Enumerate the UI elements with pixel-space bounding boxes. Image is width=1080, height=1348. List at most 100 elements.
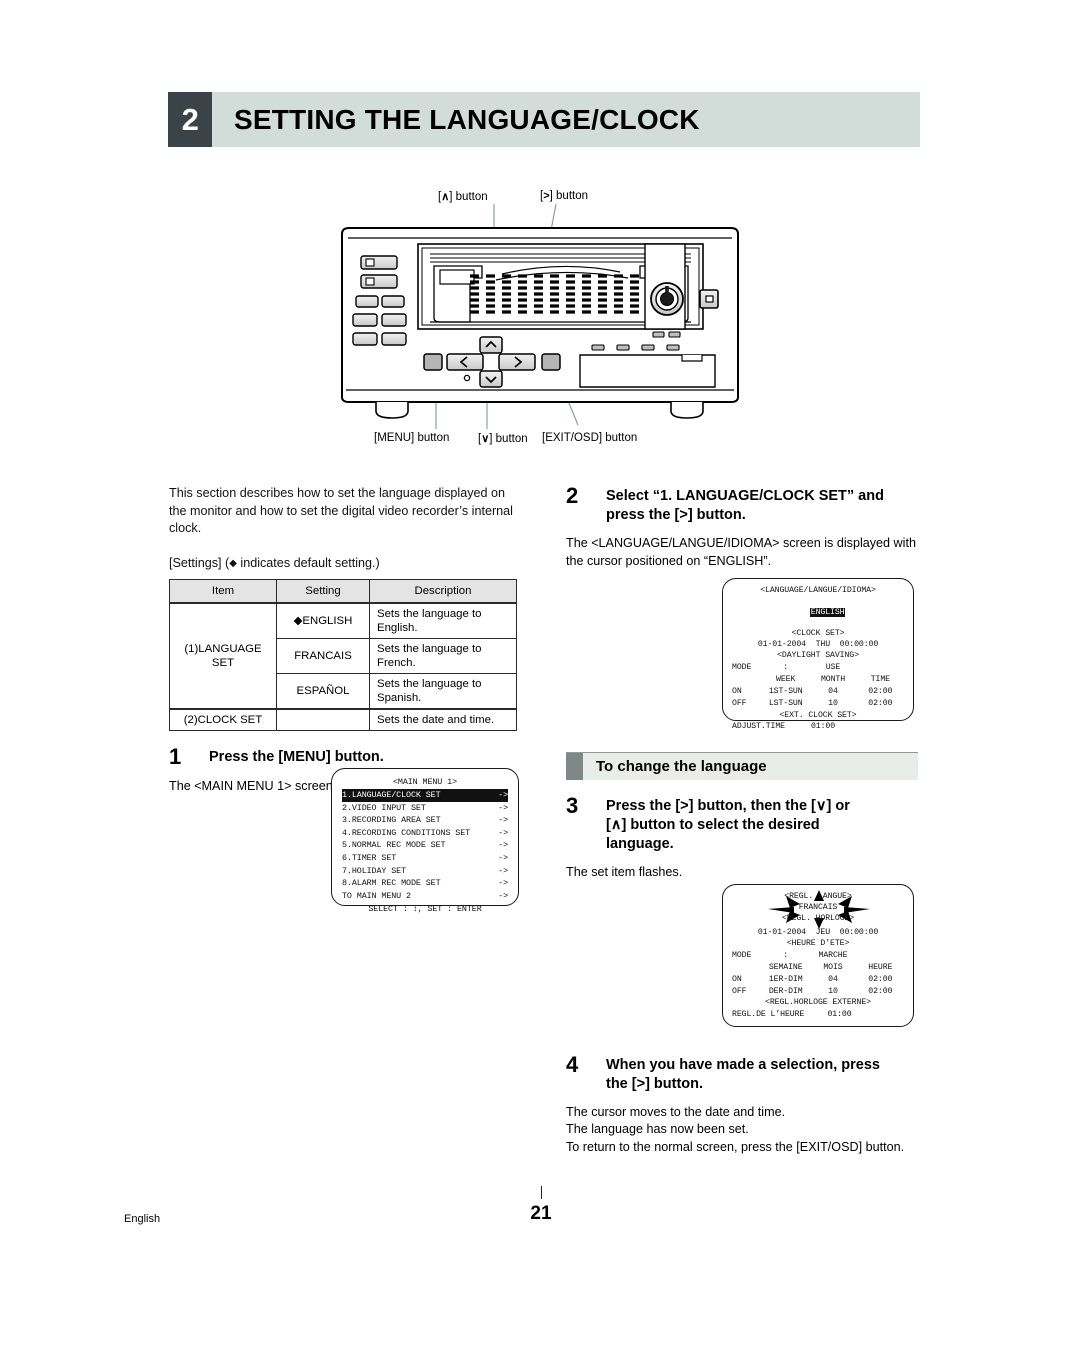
- cell-setting-clock: [276, 708, 370, 731]
- osd-fr-mode-colon: :: [783, 950, 789, 960]
- osd-en-mode-value[interactable]: USE: [809, 662, 856, 674]
- osd-en-mode-row: MODE : USE: [732, 662, 904, 674]
- osd-menu-item-timer-set[interactable]: 6.TIMER SET ->: [342, 852, 508, 865]
- osd-fr-dst-header: <HEURE D’ETE>: [786, 938, 850, 948]
- subsection-title: To change the language: [583, 753, 918, 780]
- step-1: 1 Press the [MENU] button.: [169, 746, 519, 768]
- cell-desc-espanol: Sets the language to Spanish.: [369, 673, 517, 710]
- up-arrow-icon: ∧: [610, 817, 622, 833]
- step-4-body-line2: The language has now been set.: [566, 1122, 749, 1136]
- step-1-number: 1: [169, 744, 182, 769]
- osd-en-col-time: TIME: [870, 675, 890, 684]
- arrow-right-icon: ->: [498, 840, 508, 851]
- osd-fr-clock-header: <REGL. HORLOGE>: [781, 913, 855, 923]
- osd-fr-adjust-label: REGL.DE L’HEURE: [732, 1010, 805, 1020]
- item-label-line1: (1)LANGUAGE: [184, 643, 262, 655]
- footer-page-number: 21: [530, 1203, 552, 1224]
- arrow-right-icon: ->: [498, 802, 508, 813]
- left-column: This section describes how to set the la…: [169, 485, 519, 796]
- osd-menu-item-language-clock-set[interactable]: 1.LANGUAGE/CLOCK SET ->: [342, 789, 508, 802]
- chapter-title-bar: SETTING THE LANGUAGE/CLOCK: [212, 92, 920, 147]
- step-1-title: Press the [MENU] button.: [209, 749, 384, 765]
- osd-en-row-off: OFF LST-SUN 10 02:00: [732, 699, 893, 709]
- table-row: (1)LANGUAGE SET ◆ENGLISH Sets the langua…: [169, 602, 517, 710]
- col-header-setting: Setting: [276, 579, 370, 604]
- osd-fr-language-value[interactable]: FRANCAIS: [732, 903, 904, 914]
- step-4-number: 4: [566, 1051, 579, 1077]
- chapter-number: 2: [168, 92, 212, 147]
- step-3-number: 3: [566, 793, 579, 818]
- osd-en-ext-clock-header: <EXT. CLOCK SET>: [779, 710, 857, 720]
- col-header-item: Item: [169, 579, 277, 604]
- cell-item-clock-set: (2)CLOCK SET: [169, 708, 277, 731]
- device-illustration: [341, 203, 739, 429]
- settings-caption-pre: [Settings] (: [169, 555, 230, 570]
- arrow-right-icon: ->: [498, 827, 508, 838]
- col-header-description: Description: [369, 579, 517, 604]
- settings-caption-post: indicates default setting.): [236, 555, 380, 570]
- right-arrow-icon: >: [679, 507, 688, 523]
- settings-caption: [Settings] (◆ indicates default setting.…: [169, 555, 519, 573]
- osd-menu-item-holiday-set[interactable]: 7.HOLIDAY SET ->: [342, 865, 508, 878]
- osd-main-menu-title: <MAIN MENU 1>: [392, 777, 458, 787]
- osd-en-adjust-value[interactable]: 01:00: [796, 721, 850, 733]
- right-arrow-icon: >: [680, 798, 689, 814]
- osd-fr-adjust-value[interactable]: 01:00: [818, 1009, 861, 1021]
- step-2-title-line1: Select “1. LANGUAGE/CLOCK SET” and: [606, 488, 884, 504]
- arrow-right-icon: ->: [498, 865, 508, 876]
- arrow-right-icon: ->: [498, 878, 508, 889]
- cell-desc-clock: Sets the date and time.: [369, 708, 517, 731]
- cell-setting-francais: FRANCAIS: [276, 638, 370, 674]
- default-setting-diamond-icon: ◆: [229, 557, 237, 569]
- arrow-right-icon: ->: [498, 790, 508, 800]
- page-title: SETTING THE LANGUAGE/CLOCK: [234, 103, 700, 135]
- cell-setting-espanol: ESPAÑOL: [276, 673, 370, 710]
- osd-en-mode-label: MODE: [732, 662, 752, 672]
- osd-menu-item-video-input-set[interactable]: 2.VIDEO INPUT SET ->: [342, 802, 508, 815]
- osd-en-language-row[interactable]: ENGLISH: [732, 597, 904, 629]
- footer-language: English: [124, 1213, 161, 1225]
- down-arrow-icon: ∨: [815, 798, 827, 814]
- osd-menu-item-normal-rec-mode-set[interactable]: 5.NORMAL REC MODE SET ->: [342, 839, 508, 852]
- osd-fr-mode-label: MODE: [732, 950, 752, 960]
- step-2-body: The <LANGUAGE/LANGUE/IDIOMA> screen is d…: [566, 536, 916, 568]
- osd-main-menu-screen: <MAIN MENU 1> 1.LANGUAGE/CLOCK SET -> 2.V…: [331, 768, 519, 914]
- osd-en-row-on: ON 1ST-SUN 04 02:00: [732, 687, 893, 697]
- osd-menu-item-recording-area-set[interactable]: 3.RECORDING AREA SET ->: [342, 814, 508, 827]
- cell-desc-english: Sets the language to English.: [369, 602, 517, 639]
- arrow-right-icon: ->: [498, 890, 508, 901]
- table-row: (2)CLOCK SET Sets the date and time.: [169, 708, 517, 731]
- osd-fr-mode-value[interactable]: MARCHE: [809, 950, 856, 962]
- table-header-row: Item Setting Description: [169, 579, 517, 604]
- osd-menu-item-to-main-menu-2[interactable]: TO MAIN MENU 2 ->: [342, 890, 508, 903]
- step-3: 3 Press the [>] button, then the [∨] or …: [566, 795, 918, 854]
- osd-en-dst-header: <DAYLIGHT SAVING>: [777, 650, 859, 660]
- cell-desc-francais: Sets the language to French.: [369, 638, 517, 674]
- osd-fr-flash-area: <REGL. LANGUE> FRANCAIS <REGL. HORLOGE>: [732, 890, 904, 929]
- chapter-header: 2 SETTING THE LANGUAGE/CLOCK: [168, 92, 920, 147]
- osd-main-menu-footer: SELECT : ↕, SET : ENTER: [368, 904, 482, 915]
- osd-en-language-value: ENGLISH: [809, 607, 846, 617]
- step-4-body-line1: The cursor moves to the date and time.: [566, 1104, 786, 1119]
- subsection-marker: [566, 753, 583, 780]
- osd-en-adjust-row: ADJUST.TIME 01:00: [732, 721, 904, 733]
- settings-table: Item Setting Description (1)LANGUAGE SET…: [169, 579, 517, 731]
- osd-fr-col-semaine: SEMAINE: [768, 962, 803, 972]
- osd-menu-item-alarm-rec-mode-set[interactable]: 8.ALARM REC MODE SET ->: [342, 877, 508, 890]
- osd-fr-title: <REGL. LANGUE>: [784, 892, 852, 901]
- osd-menu-item-recording-conditions-set[interactable]: 4.RECORDING CONDITIONS SET ->: [342, 827, 508, 840]
- osd-fr-adjust-row: REGL.DE L’HEURE 01:00: [732, 1009, 904, 1021]
- step-4-body: The cursor moves to the date and time. T…: [566, 1104, 918, 1157]
- osd-en-adjust-label: ADJUST.TIME: [732, 722, 785, 732]
- step-3-title: Press the [>] button, then the [∨] or [∧…: [606, 798, 850, 852]
- step-2-number: 2: [566, 483, 579, 508]
- osd-language-english-screen: <LANGUAGE/LANGUE/IDIOMA> ENGLISH <CLOCK …: [722, 578, 914, 731]
- right-arrow-icon: >: [636, 1075, 646, 1092]
- osd-en-clock-header: <CLOCK SET>: [791, 629, 845, 639]
- osd-en-title: <LANGUAGE/LANGUE/IDIOMA>: [760, 586, 876, 595]
- osd-fr-col-heure: HEURE: [868, 962, 893, 972]
- osd-language-francais-screen: <REGL. LANGUE> FRANCAIS <REGL. HORLOGE> …: [722, 884, 914, 1027]
- step-4-title: When you have made a selection, press th…: [606, 1056, 880, 1092]
- footer-tick-mark: [541, 1186, 542, 1199]
- osd-en-datetime[interactable]: 01-01-2004 THU 00:00:00: [732, 640, 904, 651]
